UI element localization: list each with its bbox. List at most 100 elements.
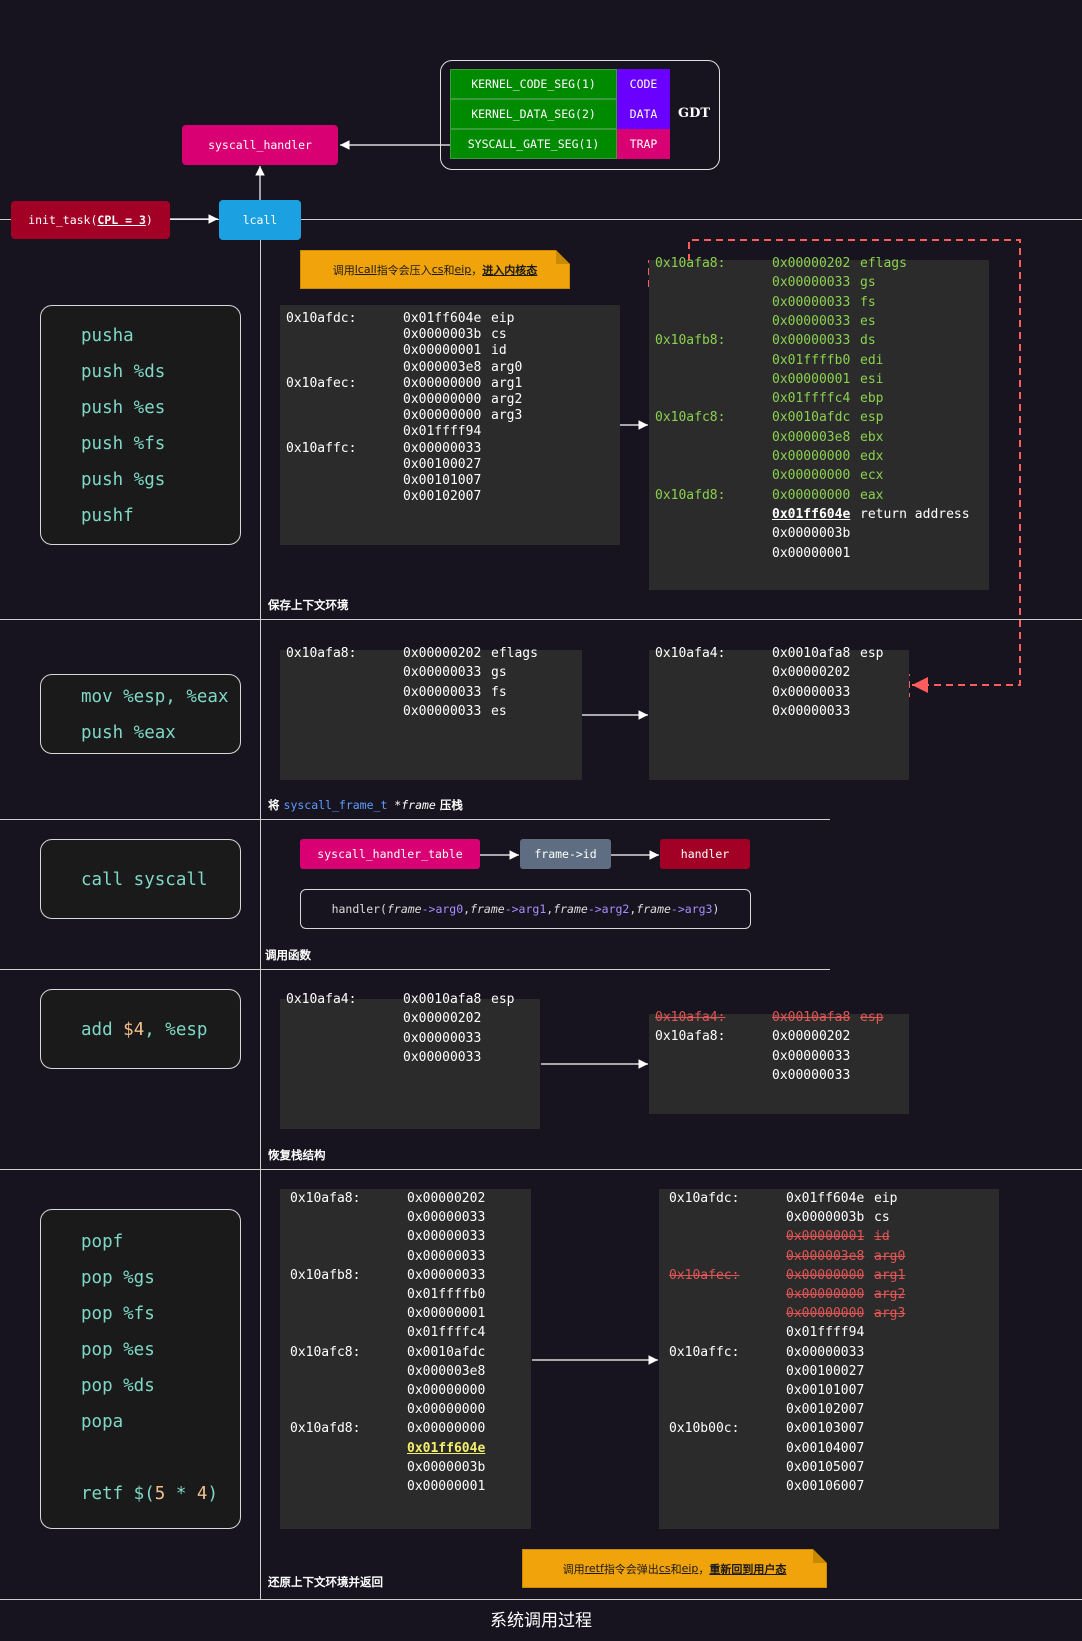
s5R-addr-12: 0x10b00c: xyxy=(669,1421,740,1437)
gdt-row-name-0: KERNEL_CODE_SEG(1) xyxy=(450,69,617,99)
call-f2: frame xyxy=(470,902,505,916)
s1R-val-8: 0x0010afdc xyxy=(772,410,851,426)
handler-call-box: handler(frame ->arg0, frame ->arg1, frame -… xyxy=(300,889,751,929)
s5R-lbl-6: arg3 xyxy=(874,1306,906,1322)
s5-code-4: pop %ds xyxy=(81,1376,155,1396)
s4R-addr-0: 0x10afa4: xyxy=(655,1010,726,1025)
s5R-val-2: 0x00000001 xyxy=(786,1229,865,1245)
handler-table-box: syscall_handler_table xyxy=(300,839,480,869)
s5R-val-6: 0x00000000 xyxy=(786,1306,865,1322)
s1-code-4: push %gs xyxy=(81,470,166,490)
note-lcall: 调用 lcall 指令会压入 cs 和 eip，进入内核态 xyxy=(300,250,570,289)
s5R-val-4: 0x00000000 xyxy=(786,1267,865,1283)
note1-t4: cs xyxy=(431,263,444,276)
s5R-lbl-0: eip xyxy=(874,1191,898,1206)
s4-left-panel: 0x10afa4: 0x0010afa8 esp 0x00000202 0x000000… xyxy=(280,992,540,1129)
s1L-addr-0: 0x10afdc: xyxy=(286,311,357,326)
s5-code-3: pop %es xyxy=(81,1340,155,1360)
call-f3: frame xyxy=(553,902,588,916)
call-a1: ->arg0 xyxy=(421,902,464,916)
s2L-addr-0: 0x10afa8: xyxy=(286,646,357,661)
s4R-val-2: 0x00000033 xyxy=(772,1048,851,1064)
s2R-val-2: 0x00000033 xyxy=(772,684,851,700)
call-a3: ->arg2 xyxy=(587,902,630,916)
s5R-addr-0: 0x10afdc: xyxy=(669,1191,740,1206)
s5R-lbl-2: id xyxy=(874,1229,890,1245)
handler-box: handler xyxy=(660,839,750,869)
s1L-val-11: 0x00102007 xyxy=(403,489,482,505)
s2R-lbl-0: esp xyxy=(860,646,884,661)
s5R-val-8: 0x00000033 xyxy=(786,1344,865,1360)
s5R-val-14: 0x00105007 xyxy=(786,1459,865,1475)
s5L-val-13: 0x01ff604e xyxy=(407,1440,486,1456)
s5L-val-14: 0x0000003b xyxy=(407,1459,486,1475)
s2-code-0: mov %esp, %eax xyxy=(81,687,229,707)
retf-b: 4 xyxy=(196,1484,208,1504)
call-a4: ->arg3 xyxy=(670,902,713,916)
page-title: 系统调用过程 xyxy=(490,1611,592,1631)
s4-code-0: add $4, %esp xyxy=(81,1020,207,1040)
call-c1: , xyxy=(463,902,471,916)
call-p0: handler( xyxy=(331,902,387,916)
s1R-lbl-8: esp xyxy=(860,410,884,426)
note-retf: 调用 retf 指令会弹出 cs 和 eip，重新回到用户态 xyxy=(522,1549,827,1588)
s1R-val-9: 0x000003e8 xyxy=(772,429,851,445)
s1L-lbl-6: arg3 xyxy=(491,408,523,424)
s4R-val-0: 0x0010afa8 xyxy=(772,1010,851,1025)
s1R-val-13: 0x01ff604e xyxy=(772,506,851,522)
s1R-val-12: 0x00000000 xyxy=(772,487,851,503)
s5R-val-5: 0x00000000 xyxy=(786,1287,865,1302)
s1R-addr-8: 0x10afc8: xyxy=(655,410,726,426)
s5-caption: 还原上下文环境并返回 xyxy=(268,1575,383,1589)
note1-t2: lcall xyxy=(354,263,377,276)
s5R-lbl-5: arg2 xyxy=(874,1287,906,1302)
s1R-lbl-11: ecx xyxy=(860,468,884,484)
s1-code-5: pushf xyxy=(81,506,134,526)
s2R-val-0: 0x0010afa8 xyxy=(772,646,851,661)
s4-code-op: add xyxy=(81,1020,124,1040)
s5L-addr-8: 0x10afc8: xyxy=(290,1344,361,1360)
s5L-val-2: 0x00000033 xyxy=(407,1229,486,1245)
s5R-val-13: 0x00104007 xyxy=(786,1440,865,1456)
s5L-addr-12: 0x10afd8: xyxy=(290,1421,361,1437)
s1R-val-15: 0x00000001 xyxy=(772,545,851,561)
s4L-lbl-0: esp xyxy=(491,992,515,1007)
s1R-val-0: 0x00000202 xyxy=(772,256,851,271)
s2L-val-3: 0x00000033 xyxy=(403,703,482,719)
s5L-val-5: 0x01ffffb0 xyxy=(407,1287,486,1302)
s1R-val-4: 0x00000033 xyxy=(772,333,851,349)
init-task-box: init_task(CPL = 3) xyxy=(11,201,170,239)
s5-code-2: pop %fs xyxy=(81,1304,155,1324)
s1R-addr-0: 0x10afa8: xyxy=(655,256,726,271)
s1R-val-10: 0x00000000 xyxy=(772,449,851,464)
s5L-val-3: 0x00000033 xyxy=(407,1248,486,1264)
s2-caption-pre: 将 xyxy=(268,798,284,812)
s5R-val-1: 0x0000003b xyxy=(786,1210,865,1226)
s5R-addr-8: 0x10affc: xyxy=(669,1344,740,1360)
s5R-val-15: 0x00106007 xyxy=(786,1479,865,1494)
s5L-val-15: 0x00000001 xyxy=(407,1479,486,1494)
s2R-addr-0: 0x10afa4: xyxy=(655,646,726,661)
call-p1: ) xyxy=(712,902,720,916)
s4R-addr-1: 0x10afa8: xyxy=(655,1029,726,1045)
s2-caption-post: 压栈 xyxy=(435,798,463,812)
call-c3: , xyxy=(629,902,637,916)
retf-mid: * xyxy=(165,1484,197,1504)
gdt-label: GDT xyxy=(678,106,711,121)
note2-t6: eip xyxy=(681,1562,699,1575)
s5L-val-6: 0x00000001 xyxy=(407,1306,486,1322)
init-task-cpl: CPL = 3 xyxy=(97,213,146,227)
note1-t6: eip xyxy=(454,263,472,276)
s5L-val-0: 0x00000202 xyxy=(407,1191,486,1206)
s1R-val-2: 0x00000033 xyxy=(772,294,851,310)
s5-code-retf: retf $(5 * 4) xyxy=(81,1484,218,1504)
s4R-val-3: 0x00000033 xyxy=(772,1067,851,1083)
s1R-lbl-9: ebx xyxy=(860,429,884,445)
s1R-lbl-6: esi xyxy=(860,371,884,387)
s2R-val-1: 0x00000202 xyxy=(772,665,851,681)
s5-code-box: popf pop %gs pop %fs pop %es pop %ds pop… xyxy=(40,1209,241,1529)
s1R-lbl-0: eflags xyxy=(860,256,907,271)
s4L-val-0: 0x0010afa8 xyxy=(403,992,482,1007)
s4-right-panel: 0x10afa4: 0x0010afa8 esp 0x10afa8: 0x0000020… xyxy=(649,1010,909,1114)
s5R-lbl-4: arg1 xyxy=(874,1267,906,1283)
